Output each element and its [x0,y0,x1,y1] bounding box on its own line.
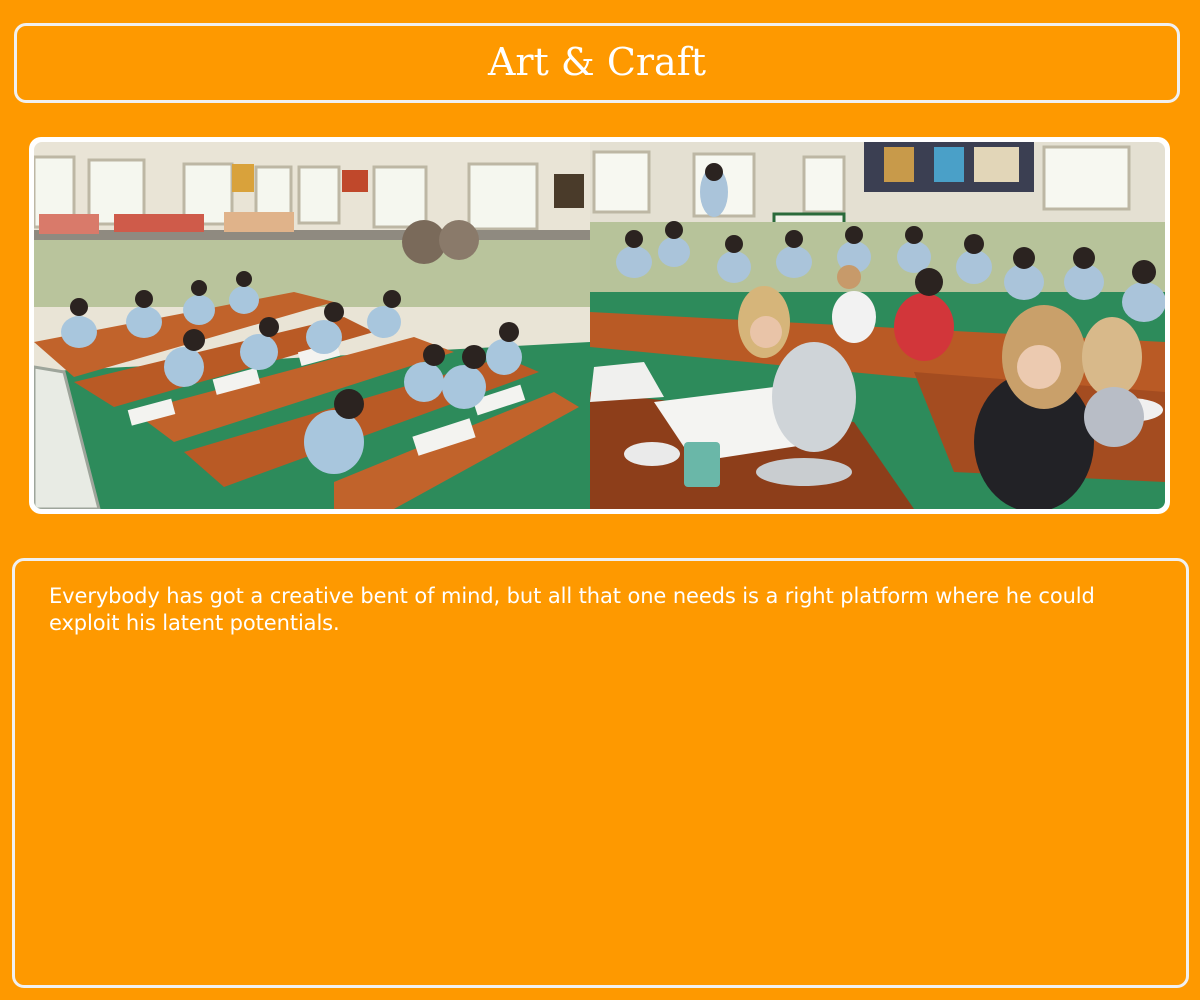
left-photo-drawing-class [34,142,590,509]
right-photo-painting-class [590,142,1165,509]
classroom-photo [34,142,1165,509]
art-craft-photo [29,137,1170,514]
page-title: Art & Craft [487,40,707,84]
page-header: Art & Craft [14,23,1180,103]
description-panel: Everybody has got a creative bent of min… [12,558,1189,988]
description-text: Everybody has got a creative bent of min… [49,584,1095,635]
